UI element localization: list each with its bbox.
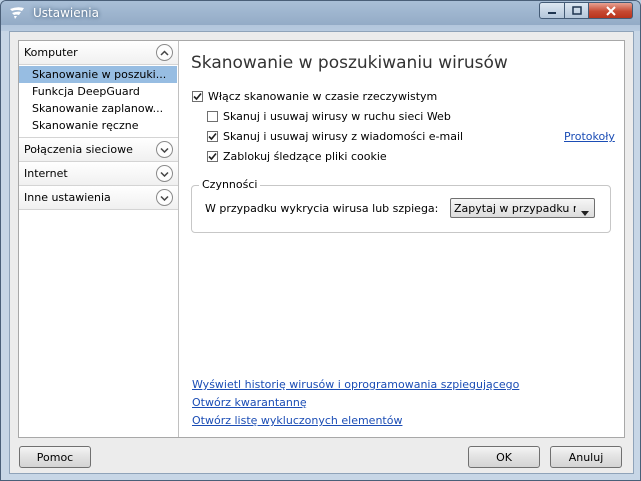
virus-history-link[interactable]: Wyświetl historię wirusów i oprogramowan… xyxy=(192,378,519,391)
protocols-link[interactable]: Protokoły xyxy=(564,130,615,143)
checkbox-label: Zablokuj śledzące pliki cookie xyxy=(223,150,387,163)
settings-window: Ustawienia Komputer Skanowanie w poszuki… xyxy=(0,0,641,481)
maximize-icon xyxy=(571,6,582,15)
actions-group: Czynności W przypadku wykrycia wirusa lu… xyxy=(191,178,611,233)
quarantine-link[interactable]: Otwórz kwarantannę xyxy=(192,396,307,409)
sidebar-item-scheduled-scanning[interactable]: Skanowanie zaplanow... xyxy=(19,100,178,117)
main-panel: Skanowanie w poszukiwaniu wirusów Włącz … xyxy=(191,41,623,437)
detection-action-select[interactable]: Zapytaj w przypadku niejednoznaczności xyxy=(450,198,595,218)
minimize-button[interactable] xyxy=(539,2,565,19)
realtime-scanning-checkbox[interactable] xyxy=(192,91,203,102)
close-button[interactable] xyxy=(588,2,633,19)
maximize-button[interactable] xyxy=(564,2,589,19)
sidebar-section-internet[interactable]: Internet xyxy=(19,162,178,186)
checkmark-icon xyxy=(208,152,217,161)
sidebar-item-manual-scanning[interactable]: Skanowanie ręczne xyxy=(19,117,178,134)
chevron-down-icon[interactable] xyxy=(156,141,173,158)
f-secure-logo-icon xyxy=(9,6,25,20)
checkmark-icon xyxy=(208,132,217,141)
sidebar-section-computer[interactable]: Komputer xyxy=(19,41,178,65)
checkbox-label: Skanuj i usuwaj wirusy z wiadomości e-ma… xyxy=(223,130,464,143)
web-traffic-checkbox[interactable] xyxy=(207,111,218,122)
window-title: Ustawienia xyxy=(33,6,99,20)
sidebar-section-other-settings[interactable]: Inne ustawienia xyxy=(19,186,178,210)
content-panel: Komputer Skanowanie w poszuki... Funkcja… xyxy=(18,40,625,438)
checkbox-label: Skanuj i usuwaj wirusy w ruchu sieci Web xyxy=(223,110,451,123)
title-bar[interactable]: Ustawienia xyxy=(1,1,640,25)
sidebar-section-network-connections[interactable]: Połączenia sieciowe xyxy=(19,138,178,162)
email-row: Skanuj i usuwaj wirusy z wiadomości e-ma… xyxy=(207,130,463,143)
cancel-button[interactable]: Anuluj xyxy=(550,446,622,468)
sidebar-item-deepguard[interactable]: Funkcja DeepGuard xyxy=(19,83,178,100)
realtime-scanning-row: Włącz skanowanie w czasie rzeczywistym xyxy=(192,90,437,103)
computer-subitems: Skanowanie w poszuki... Funkcja DeepGuar… xyxy=(19,65,178,138)
close-icon xyxy=(605,5,616,16)
page-title: Skanowanie w poszukiwaniu wirusów xyxy=(191,53,508,73)
chevron-down-icon[interactable] xyxy=(156,165,173,182)
help-button[interactable]: Pomoc xyxy=(19,446,91,468)
sidebar-item-realtime-scanning[interactable]: Skanowanie w poszuki... xyxy=(19,66,177,83)
ok-button[interactable]: OK xyxy=(468,446,540,468)
chevron-up-icon[interactable] xyxy=(156,44,173,61)
dropdown-arrow-icon xyxy=(581,206,589,219)
sidebar-section-label: Komputer xyxy=(24,46,78,59)
excluded-items-link[interactable]: Otwórz listę wykluczonych elementów xyxy=(192,414,402,427)
actions-legend: Czynności xyxy=(199,178,261,191)
cookies-row: Zablokuj śledzące pliki cookie xyxy=(207,150,387,163)
client-area: Komputer Skanowanie w poszuki... Funkcja… xyxy=(9,31,634,474)
block-cookies-checkbox[interactable] xyxy=(207,151,218,162)
sidebar-section-label: Połączenia sieciowe xyxy=(24,143,133,156)
sidebar-section-label: Inne ustawienia xyxy=(24,191,111,204)
email-scanning-checkbox[interactable] xyxy=(207,131,218,142)
selected-value: Zapytaj w przypadku niejednoznaczności xyxy=(454,202,576,215)
action-label: W przypadku wykrycia wirusa lub szpiega: xyxy=(205,202,439,215)
sidebar-section-label: Internet xyxy=(24,167,68,180)
minimize-icon xyxy=(548,11,556,14)
checkbox-label: Włącz skanowanie w czasie rzeczywistym xyxy=(208,90,438,103)
web-traffic-row: Skanuj i usuwaj wirusy w ruchu sieci Web xyxy=(207,110,451,123)
chevron-down-icon[interactable] xyxy=(156,189,173,206)
checkmark-icon xyxy=(193,92,202,101)
sidebar: Komputer Skanowanie w poszuki... Funkcja… xyxy=(19,41,179,437)
